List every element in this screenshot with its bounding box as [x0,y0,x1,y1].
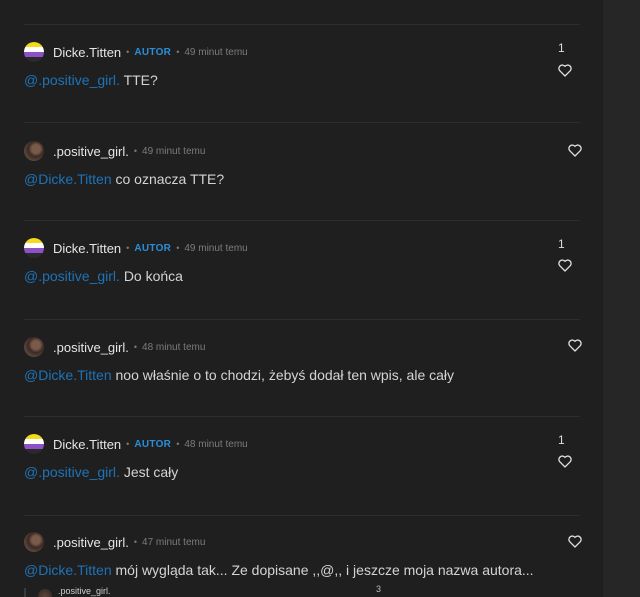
like-count: 1 [558,41,565,55]
comment-body: @Dicke.Titten mój wygląda tak... Ze dopi… [24,562,534,578]
author-name[interactable]: Dicke.Titten [53,437,121,452]
heart-icon[interactable] [568,339,582,352]
comment-body: @Dicke.Titten co oznacza TTE? [24,171,224,187]
separator-dot: • [133,342,138,352]
heart-icon[interactable] [558,455,572,468]
comment-feed: Dicke.Titten • AUTOR • 49 minut temu 1 @… [0,0,603,597]
avatar [38,589,52,597]
author-name[interactable]: .positive_girl. [53,535,129,550]
separator-dot: • [126,47,130,57]
comment-header: Dicke.Titten • AUTOR • 48 minut temu [24,434,248,454]
comment-body: @Dicke.Titten noo właśnie o to chodzi, ż… [24,367,454,383]
comment-text: Jest cały [123,464,179,480]
mention-link[interactable]: @.positive_girl. [24,72,120,88]
divider [24,24,580,25]
comment-body: @.positive_girl. TTE? [24,72,158,88]
avatar[interactable] [24,238,44,258]
author-name[interactable]: .positive_girl. [53,340,129,355]
heart-icon[interactable] [558,259,572,272]
separator-dot: • [133,146,138,156]
author-name[interactable]: .positive_girl. [53,144,129,159]
author-badge: AUTOR [134,46,172,58]
timestamp: 49 minut temu [184,46,248,58]
separator-dot: • [176,47,180,57]
comment-text: co oznacza TTE? [115,171,225,187]
timestamp: 49 minut temu [184,242,248,254]
comment-header: Dicke.Titten • AUTOR • 49 minut temu [24,42,248,62]
mention-link[interactable]: @.positive_girl. [24,464,120,480]
avatar[interactable] [24,337,44,357]
author-name[interactable]: Dicke.Titten [53,241,121,256]
divider [24,122,580,123]
comment-header: .positive_girl. • 49 minut temu [24,141,205,161]
heart-icon[interactable] [568,144,582,157]
comment-text: mój wygląda tak... Ze dopisane ,,@,, i j… [115,562,534,578]
quoted-author: .positive_girl. [58,586,111,596]
divider [24,220,580,221]
author-badge: AUTOR [134,438,172,450]
avatar[interactable] [24,42,44,62]
divider [24,515,580,516]
mention-link[interactable]: @Dicke.Titten [24,562,112,578]
timestamp: 47 minut temu [142,536,206,548]
avatar[interactable] [24,141,44,161]
separator-dot: • [133,537,138,547]
author-name[interactable]: Dicke.Titten [53,45,121,60]
heart-icon[interactable] [558,64,572,77]
separator-dot: • [176,243,180,253]
comment-text: noo właśnie o to chodzi, żebyś dodał ten… [115,367,455,383]
timestamp: 48 minut temu [184,438,248,450]
comment-body: @.positive_girl. Do końca [24,268,183,284]
like-count: 1 [558,433,565,447]
comment-header: .positive_girl. • 47 minut temu [24,532,205,552]
separator-dot: • [176,439,180,449]
comment-header: Dicke.Titten • AUTOR • 49 minut temu [24,238,248,258]
like-count: 1 [558,237,565,251]
separator-dot: • [126,439,130,449]
divider [24,416,580,417]
comment-text: TTE? [123,72,158,88]
comment-header: .positive_girl. • 48 minut temu [24,337,205,357]
separator-dot: • [126,243,130,253]
side-panel [603,0,640,597]
timestamp: 48 minut temu [142,341,206,353]
mention-link[interactable]: @.positive_girl. [24,268,120,284]
comment-body: @.positive_girl. Jest cały [24,464,178,480]
quoted-count: 3 [376,584,382,594]
mention-link[interactable]: @Dicke.Titten [24,367,112,383]
author-badge: AUTOR [134,242,172,254]
avatar[interactable] [24,532,44,552]
mention-link[interactable]: @Dicke.Titten [24,171,112,187]
divider [24,319,580,320]
comment-text: Do końca [123,268,183,284]
quoted-post[interactable]: .positive_girl. 3 [24,584,426,597]
avatar[interactable] [24,434,44,454]
timestamp: 49 minut temu [142,145,206,157]
heart-icon[interactable] [568,535,582,548]
